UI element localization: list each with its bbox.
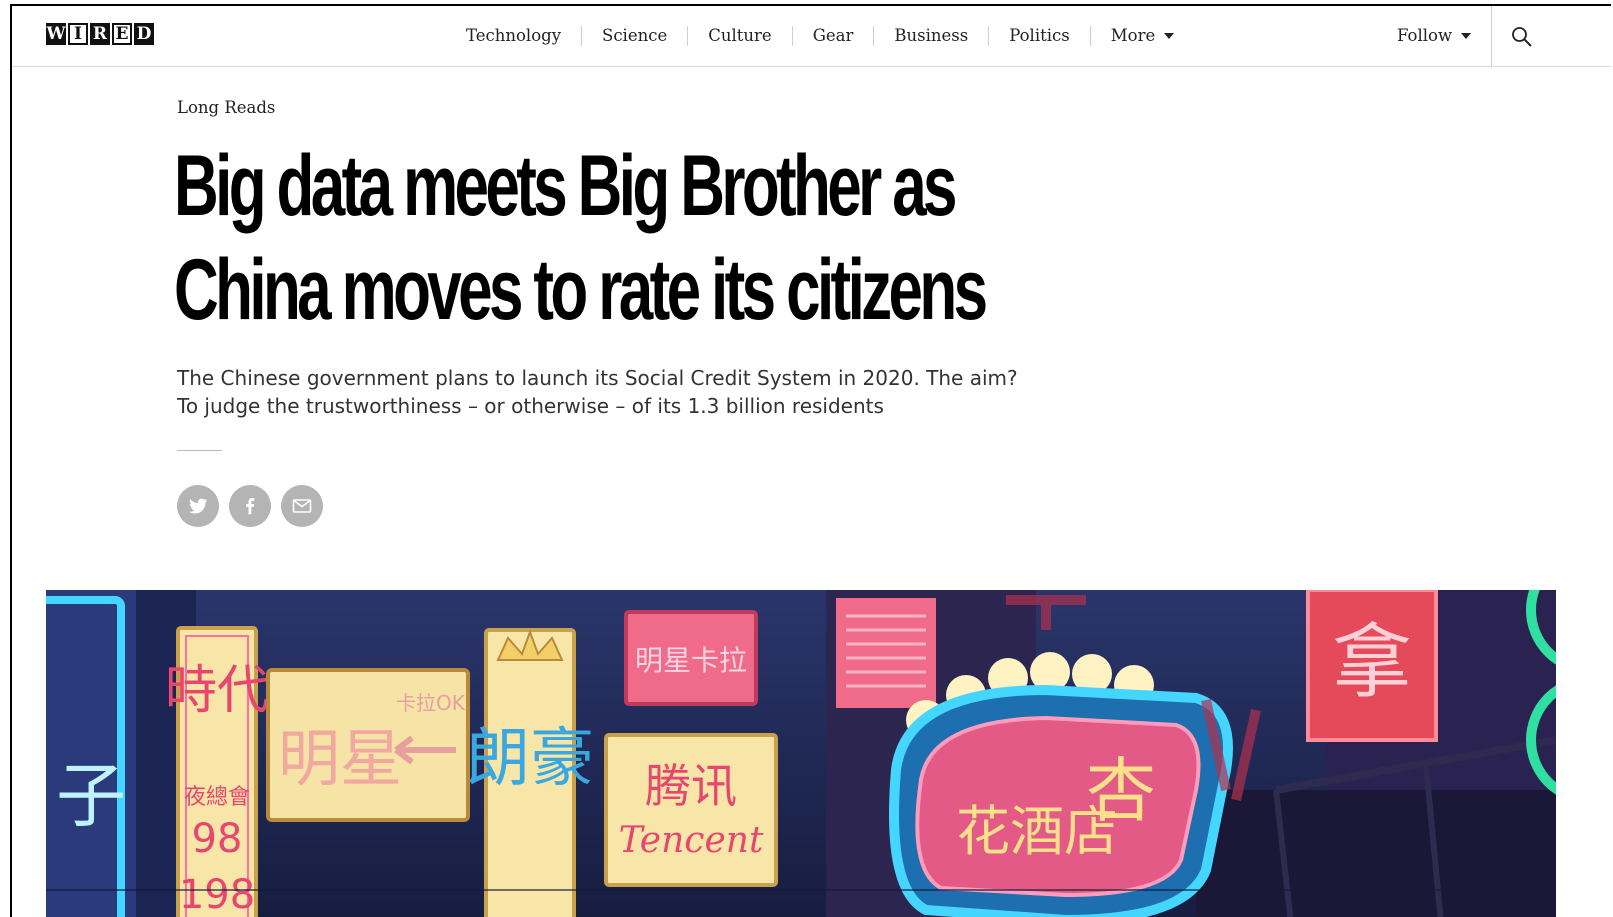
nav-item-culture[interactable]: Culture: [687, 26, 791, 46]
twitter-icon: [189, 498, 208, 514]
chevron-down-icon: [1164, 33, 1175, 39]
logo-letter: R: [90, 23, 110, 45]
hero-image: 子 時代 夜總會 98 198 明星 卡拉OK 朗豪 明星卡拉 腾讯 Tence…: [46, 590, 1556, 917]
share-facebook-button[interactable]: [229, 485, 271, 527]
sign-text: 拿: [1332, 616, 1412, 709]
browser-frame: W I R E D Technology Science Culture Gea…: [10, 4, 1611, 917]
sign-text: 98: [192, 816, 243, 862]
share-email-button[interactable]: [281, 485, 323, 527]
wired-logo[interactable]: W I R E D: [46, 23, 154, 45]
logo-letter: D: [134, 23, 154, 45]
sign-text: 子: [56, 755, 126, 837]
sign-text: 卡拉OK: [396, 691, 466, 715]
sign-text: 腾讯: [645, 759, 737, 813]
nav-item-business[interactable]: Business: [873, 26, 988, 46]
nav-item-politics[interactable]: Politics: [988, 26, 1090, 46]
sign-text: 明星卡拉: [635, 644, 747, 677]
main-nav: Technology Science Culture Gear Business…: [466, 6, 1194, 66]
search-icon[interactable]: [1510, 25, 1534, 49]
sign-text: 朗豪: [466, 722, 594, 796]
sign-text: 時代: [165, 661, 269, 721]
headline-line: Big data meets Big Brother as: [174, 138, 957, 234]
article-dek: The Chinese government plans to launch i…: [177, 364, 1097, 420]
follow-label: Follow: [1397, 26, 1453, 45]
nav-item-science[interactable]: Science: [581, 26, 687, 46]
nav-item-more[interactable]: More: [1089, 26, 1194, 46]
site-header: W I R E D Technology Science Culture Gea…: [12, 6, 1611, 67]
section-label[interactable]: Long Reads: [177, 98, 275, 117]
divider: [177, 450, 222, 451]
share-twitter-button[interactable]: [177, 485, 219, 527]
neon-signs-illustration: 子 時代 夜總會 98 198 明星 卡拉OK 朗豪 明星卡拉 腾讯 Tence…: [46, 590, 1556, 917]
nav-item-technology[interactable]: Technology: [466, 26, 581, 46]
logo-letter: E: [112, 23, 132, 45]
chevron-down-icon: [1461, 33, 1472, 39]
sign-text: 夜總會: [184, 785, 250, 810]
sign-text: Tencent: [619, 820, 764, 861]
article-headline: Big data meets Big Brother as China move…: [174, 134, 1124, 342]
nav-item-more-label: More: [1110, 26, 1156, 45]
facebook-icon: [246, 498, 255, 515]
dek-line: To judge the trustworthiness – or otherw…: [177, 394, 884, 418]
dek-line: The Chinese government plans to launch i…: [177, 366, 1018, 390]
nav-item-gear[interactable]: Gear: [791, 26, 874, 46]
email-icon: [292, 499, 312, 513]
sign-text: 198: [179, 872, 255, 917]
follow-button[interactable]: Follow: [1397, 6, 1493, 66]
share-buttons: [177, 485, 323, 527]
sign-text: 明星: [278, 722, 402, 795]
logo-letter: I: [68, 23, 88, 45]
logo-letter: W: [46, 23, 66, 45]
headline-line: China moves to rate its citizens: [174, 242, 988, 338]
sign-text: 杏: [1086, 750, 1156, 832]
